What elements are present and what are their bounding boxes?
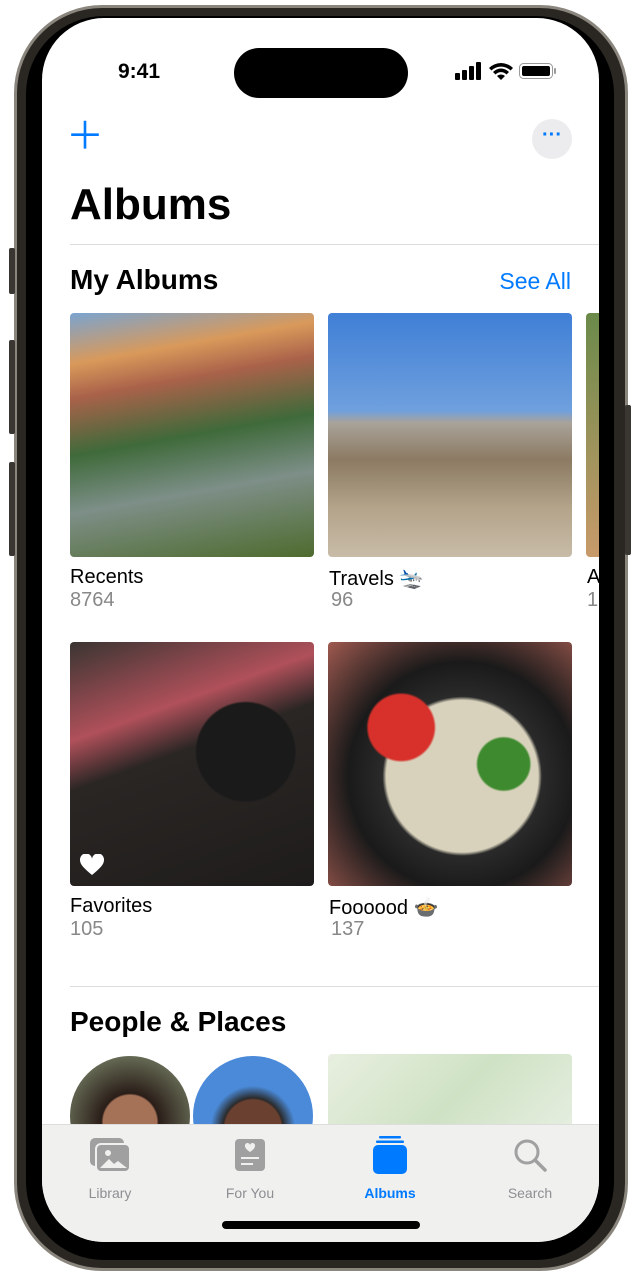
see-all-link[interactable]: See All	[499, 268, 571, 295]
volume-down-button	[9, 462, 15, 556]
tab-for-you[interactable]: For You	[190, 1135, 310, 1201]
album-count: 8764	[70, 589, 115, 611]
album-count: 105	[70, 918, 104, 940]
album-name: Recents	[70, 566, 144, 588]
status-time: 9:41	[118, 60, 161, 83]
tab-library[interactable]: Library	[50, 1135, 170, 1201]
album-cover-travels[interactable]	[328, 313, 572, 557]
tab-search[interactable]: Search	[470, 1135, 590, 1201]
tab-label: Search	[507, 1185, 553, 1201]
album-count: 137	[331, 918, 365, 940]
divider	[70, 986, 599, 987]
album-name: Favorites	[70, 895, 153, 917]
album-cover-partial[interactable]	[586, 313, 599, 557]
screen: 9:41 ＋ ··· Albums My Albums See All Rece…	[42, 18, 599, 1242]
album-count: 96	[331, 589, 354, 611]
photo-stack-icon	[90, 1138, 131, 1173]
album-count: 1	[587, 589, 599, 611]
tab-label: Library	[88, 1185, 132, 1201]
album-cover-food[interactable]	[328, 642, 572, 886]
home-indicator[interactable]	[222, 1221, 420, 1229]
page-title: Albums	[70, 180, 232, 229]
signal-icon	[455, 62, 481, 80]
dynamic-island	[234, 48, 408, 98]
action-button	[9, 248, 15, 294]
tab-label: Albums	[364, 1185, 416, 1201]
add-album-button[interactable]: ＋	[66, 118, 104, 156]
section-title-people-places: People & Places	[70, 1006, 287, 1037]
battery-icon	[519, 63, 556, 79]
heart-icon	[80, 854, 104, 875]
albums-icon	[373, 1136, 407, 1174]
side-button	[625, 405, 631, 555]
search-icon	[514, 1139, 547, 1172]
divider	[70, 244, 599, 245]
wifi-icon	[489, 63, 513, 80]
album-name: Foooood 🍲	[329, 897, 439, 919]
album-name: Travels 🛬	[329, 568, 425, 590]
for-you-icon	[235, 1139, 265, 1171]
section-title-my-albums: My Albums	[70, 264, 219, 295]
album-name: A	[587, 566, 599, 588]
album-cover-recents[interactable]	[70, 313, 314, 557]
volume-up-button	[9, 340, 15, 434]
tab-label: For You	[225, 1185, 275, 1201]
album-cover-favorites[interactable]	[70, 642, 314, 886]
status-icons	[455, 62, 557, 80]
more-button[interactable]: ···	[532, 119, 572, 159]
tab-albums[interactable]: Albums	[330, 1135, 450, 1201]
